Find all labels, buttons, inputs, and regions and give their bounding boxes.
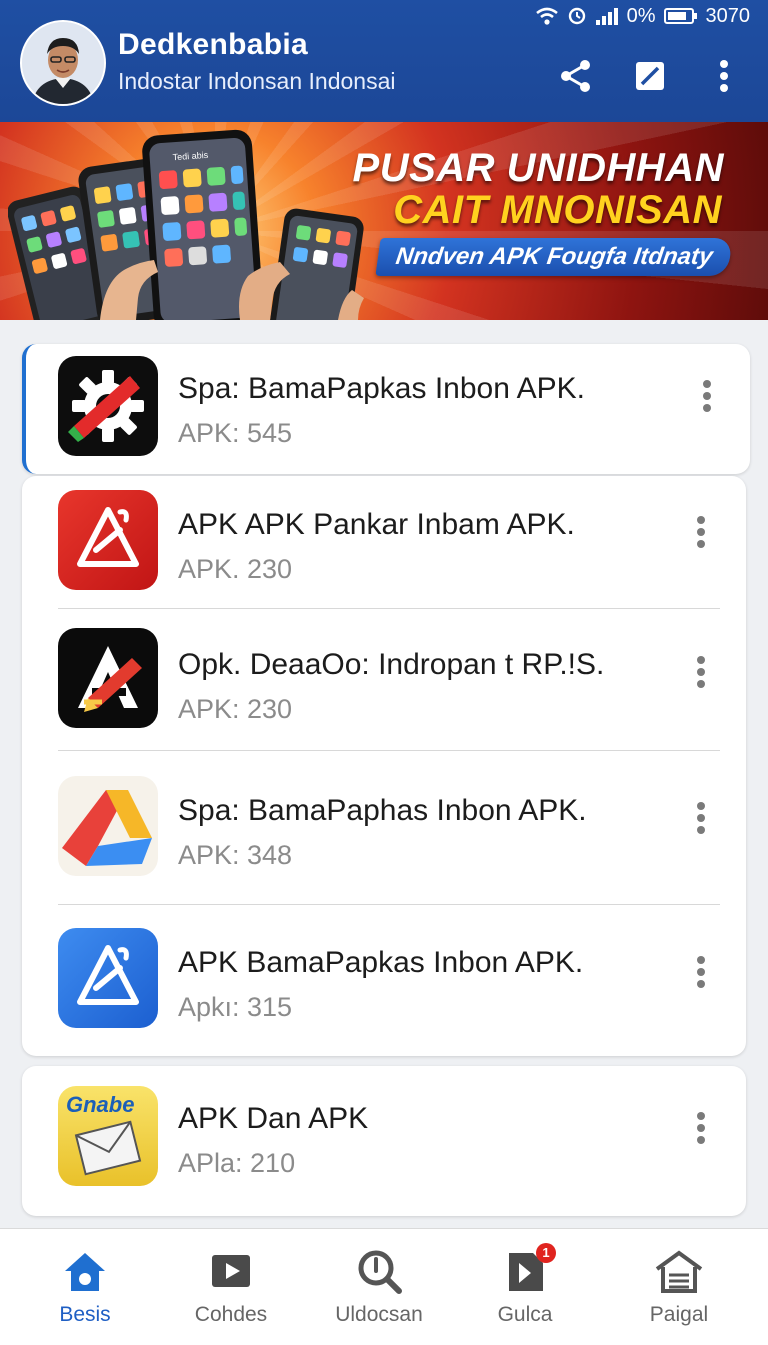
- app-title: APK Dan APK: [178, 1102, 369, 1135]
- notification-badge: 1: [536, 1243, 556, 1263]
- envelope-gnabe-icon: Gnabe: [58, 1086, 158, 1186]
- nav-item-home[interactable]: Besis: [20, 1229, 150, 1345]
- app-subtitle: APK: 545: [178, 418, 293, 448]
- overflow-menu-button[interactable]: [704, 56, 744, 96]
- more-vertical-icon[interactable]: [700, 380, 714, 414]
- nav-item-documents[interactable]: 1 Gulca: [460, 1229, 590, 1345]
- divider: [58, 904, 720, 905]
- more-vertical-icon[interactable]: [694, 956, 708, 990]
- status-time: 3070: [705, 4, 751, 27]
- gear-slash-icon: [58, 356, 158, 456]
- edit-icon: [636, 62, 664, 90]
- app-card-featured: Spa: BamaPapkas Inbon APK. APK: 545: [22, 344, 750, 474]
- avatar[interactable]: [20, 20, 106, 106]
- more-vertical-icon: [720, 60, 728, 92]
- more-vertical-icon[interactable]: [694, 802, 708, 836]
- app-title: Opk. DeaaOo: Indropan t RP.!S.: [178, 648, 605, 681]
- nav-item-warehouse[interactable]: Paigal: [614, 1229, 744, 1345]
- more-vertical-icon[interactable]: [694, 516, 708, 550]
- gnabe-logo-text: Gnabe: [66, 1092, 134, 1117]
- share-icon: [561, 60, 590, 92]
- app-header: 0% 3070 Dedkenbabia Indostar Indonsan In…: [0, 0, 768, 122]
- phones-illustration: Tedi abis: [8, 129, 364, 320]
- nav-item-videos[interactable]: Cohdes: [166, 1229, 296, 1345]
- search-icon: [358, 1250, 402, 1294]
- battery-percent: 0%: [626, 4, 656, 27]
- page-subtitle: Indostar Indonsan Indonsai: [118, 68, 396, 94]
- app-subtitle: APla: 210: [178, 1148, 296, 1178]
- banner-subheadline: CAIT MNONISAN: [393, 188, 722, 232]
- list-item[interactable]: Spa: BamaPaphas Inbon APK. APK: 348: [22, 762, 746, 892]
- app-subtitle: APK: 348: [178, 840, 293, 870]
- app-title: Spa: BamaPaphas Inbon APK.: [178, 794, 587, 827]
- home-icon: [65, 1253, 105, 1291]
- colorful-triangle-icon: [58, 776, 158, 876]
- wifi-icon: [535, 7, 558, 25]
- list-item[interactable]: Gnabe APK Dan APK APla: 210: [22, 1076, 746, 1206]
- a-pencil-icon: [58, 628, 158, 728]
- promo-banner[interactable]: Tedi abis PUSAR UNIDHHAN CAIT MNONISAN N…: [0, 122, 768, 320]
- app-subtitle: APK. 230: [178, 554, 293, 584]
- nav-item-search[interactable]: Uldocsan: [314, 1229, 444, 1345]
- app-title: APK APK Pankar Inbam APK.: [178, 508, 575, 541]
- nav-label: Paigal: [649, 1303, 709, 1326]
- more-vertical-icon[interactable]: [694, 1112, 708, 1146]
- alarm-icon: [568, 7, 585, 25]
- person-photo: [22, 22, 104, 104]
- nav-label: Besis: [59, 1303, 111, 1326]
- list-item[interactable]: Spa: BamaPapkas Inbon APK. APK: 545: [26, 344, 750, 474]
- battery-icon: [663, 8, 697, 24]
- app-subtitle: Apkı: 315: [178, 992, 293, 1022]
- list-item[interactable]: APK BamaPapkas Inbon APK. Apkı: 315: [22, 916, 746, 1046]
- app-card-single: Gnabe APK Dan APK APla: 210: [22, 1066, 746, 1216]
- triangle-logo-blue-icon: [58, 928, 158, 1028]
- nav-label: Gulca: [497, 1303, 553, 1326]
- app-subtitle: APK: 230: [178, 694, 293, 724]
- list-item[interactable]: Opk. DeaaOo: Indropan t RP.!S. APK: 230: [22, 616, 746, 746]
- app-title: APK BamaPapkas Inbon APK.: [178, 946, 584, 979]
- list-item[interactable]: APK APK Pankar Inbam APK. APK. 230: [22, 476, 746, 606]
- warehouse-icon: [655, 1250, 703, 1293]
- more-vertical-icon[interactable]: [694, 656, 708, 690]
- banner-headline: PUSAR UNIDHHAN: [352, 146, 724, 190]
- signal-icon: [595, 8, 618, 25]
- triangle-logo-red-icon: [58, 490, 158, 590]
- divider: [58, 608, 720, 609]
- banner-tagline: Nndven APK Fougfa Itdnaty: [374, 238, 733, 276]
- app-title: Spa: BamaPapkas Inbon APK.: [178, 372, 585, 405]
- app-card-list: APK APK Pankar Inbam APK. APK. 230 Opk. …: [22, 476, 746, 1056]
- play-icon: [212, 1255, 250, 1287]
- edit-button[interactable]: [630, 56, 670, 96]
- page-title: Dedkenbabia: [118, 28, 309, 61]
- share-button[interactable]: [556, 56, 596, 96]
- nav-label: Cohdes: [194, 1303, 268, 1326]
- bottom-navigation: Besis Cohdes Uldocsan 1 Gulca Paigal: [0, 1228, 768, 1345]
- status-bar: 0% 3070: [535, 4, 750, 28]
- nav-label: Uldocsan: [335, 1303, 423, 1326]
- divider: [58, 750, 720, 751]
